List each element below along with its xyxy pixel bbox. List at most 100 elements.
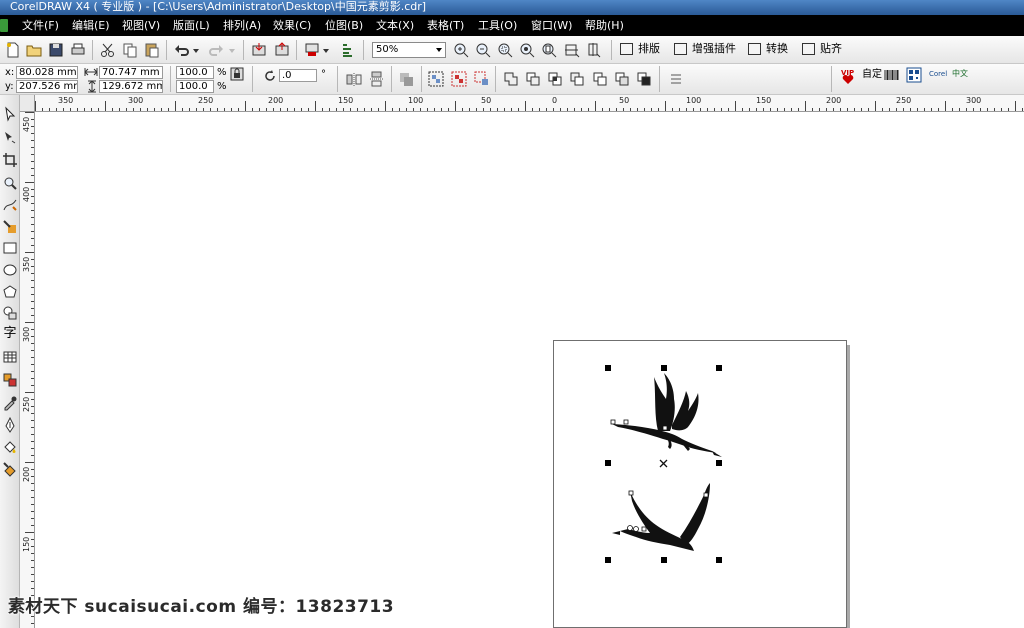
menu-bitmaps[interactable]: 位图(B) <box>325 18 363 33</box>
smart-fill-tool-icon[interactable] <box>2 219 18 235</box>
drawing-canvas[interactable] <box>36 113 1024 628</box>
enhance-plugin-button[interactable]: 增强插件 <box>674 41 736 57</box>
menu-edit[interactable]: 编辑(E) <box>72 18 110 33</box>
outline-width-icon[interactable] <box>667 70 685 88</box>
rectangle-tool-icon[interactable] <box>2 240 18 256</box>
y-position-field[interactable]: 207.526 mm <box>16 80 78 93</box>
convert-plugin-button[interactable]: 转换 <box>748 41 788 57</box>
qr-code-icon[interactable] <box>906 67 922 83</box>
selection-handle-top-left[interactable] <box>605 365 611 371</box>
freehand-tool-icon[interactable] <box>2 197 18 213</box>
horizontal-ruler[interactable]: 350 300 250 200 150 100 50 0 50 100 150 … <box>35 95 1024 112</box>
menu-window[interactable]: 窗口(W) <box>531 18 572 33</box>
crop-tool-icon[interactable] <box>2 152 18 168</box>
weld-icon[interactable] <box>502 70 520 88</box>
table-tool-icon[interactable] <box>2 349 18 365</box>
lock-ratio-icon[interactable] <box>230 67 244 81</box>
zoom-page-height-icon[interactable] <box>585 41 603 59</box>
basic-shapes-tool-icon[interactable] <box>2 305 18 321</box>
launcher-dropdown-icon[interactable] <box>322 41 330 59</box>
mirror-horizontal-icon[interactable] <box>345 70 363 88</box>
copy-icon[interactable] <box>121 41 139 59</box>
menu-help[interactable]: 帮助(H) <box>585 18 624 33</box>
menu-view[interactable]: 视图(V) <box>122 18 160 33</box>
zoom-level-select[interactable]: 50% <box>372 42 446 58</box>
selection-handle-bottom-center[interactable] <box>661 557 667 563</box>
snap-plugin-button[interactable]: 贴齐 <box>802 41 842 57</box>
outline-pen-tool-icon[interactable] <box>2 417 18 433</box>
barcode-icon[interactable] <box>884 68 900 82</box>
zoom-selected-icon[interactable] <box>496 41 514 59</box>
intersect-icon[interactable] <box>546 70 564 88</box>
application-launcher-icon[interactable] <box>303 41 321 59</box>
shape-tool-icon[interactable] <box>2 129 18 145</box>
layout-plugin-button[interactable]: 排版 <box>620 41 660 57</box>
ungroup-icon[interactable] <box>450 70 468 88</box>
new-document-icon[interactable] <box>4 41 22 59</box>
combine-icon[interactable] <box>397 70 415 88</box>
toolbar-separator <box>252 66 253 92</box>
cut-icon[interactable] <box>99 41 117 59</box>
fill-tool-icon[interactable] <box>2 439 18 455</box>
app-icon[interactable] <box>0 19 8 32</box>
menu-table[interactable]: 表格(T) <box>427 18 464 33</box>
selection-handle-middle-left[interactable] <box>605 460 611 466</box>
zoom-page-icon[interactable] <box>540 41 558 59</box>
selection-handle-bottom-right[interactable] <box>716 557 722 563</box>
back-minus-front-icon[interactable] <box>613 70 631 88</box>
corel-label[interactable]: Corel <box>929 68 947 80</box>
import-icon[interactable] <box>250 41 268 59</box>
center-x-marker-icon[interactable] <box>659 459 668 468</box>
zoom-page-width-icon[interactable] <box>563 41 581 59</box>
text-tool-icon[interactable]: 字 <box>2 326 18 342</box>
ellipse-tool-icon[interactable] <box>2 262 18 278</box>
redo-dropdown-icon[interactable] <box>228 41 236 59</box>
redo-icon[interactable] <box>207 41 225 59</box>
interactive-blend-tool-icon[interactable] <box>2 372 18 388</box>
zoom-all-objects-icon[interactable] <box>518 41 536 59</box>
ungroup-all-icon[interactable] <box>473 70 491 88</box>
scale-x-field[interactable]: 100.0 <box>176 66 214 79</box>
vertical-ruler[interactable]: 450 400 350 300 250 200 150 <box>20 112 35 628</box>
menu-effects[interactable]: 效果(C) <box>273 18 311 33</box>
selection-handle-bottom-left[interactable] <box>605 557 611 563</box>
menu-file[interactable]: 文件(F) <box>22 18 59 33</box>
open-folder-icon[interactable] <box>25 41 43 59</box>
width-field[interactable]: 70.747 mm <box>99 66 163 79</box>
rotation-field[interactable]: .0 <box>279 69 317 82</box>
create-boundary-icon[interactable] <box>635 70 653 88</box>
selection-handle-middle-right[interactable] <box>716 460 722 466</box>
zoom-in-icon[interactable] <box>452 41 470 59</box>
rotate-icon <box>265 70 275 81</box>
auto-label[interactable]: 自定 <box>862 69 882 81</box>
undo-dropdown-icon[interactable] <box>192 41 200 59</box>
eyedropper-tool-icon[interactable] <box>2 395 18 411</box>
menu-text[interactable]: 文本(X) <box>376 18 414 33</box>
interactive-fill-tool-icon[interactable] <box>2 461 18 477</box>
polygon-tool-icon[interactable] <box>2 284 18 300</box>
zoom-tool-icon[interactable] <box>2 175 18 191</box>
chinese-label[interactable]: 中文 <box>952 68 968 80</box>
menu-tools[interactable]: 工具(O) <box>478 18 517 33</box>
menu-arrange[interactable]: 排列(A) <box>223 18 261 33</box>
simplify-icon[interactable] <box>568 70 586 88</box>
paste-icon[interactable] <box>143 41 161 59</box>
undo-icon[interactable] <box>173 41 191 59</box>
mirror-vertical-icon[interactable] <box>368 70 386 88</box>
welcome-screen-icon[interactable] <box>339 41 357 59</box>
export-icon[interactable] <box>273 41 291 59</box>
ruler-corner[interactable] <box>20 95 35 112</box>
selection-handle-top-center[interactable] <box>661 365 667 371</box>
pick-tool-icon[interactable] <box>2 106 18 122</box>
scale-y-field[interactable]: 100.0 <box>176 80 214 93</box>
front-minus-back-icon[interactable] <box>591 70 609 88</box>
trim-icon[interactable] <box>524 70 542 88</box>
selection-handle-top-right[interactable] <box>716 365 722 371</box>
save-icon[interactable] <box>47 41 65 59</box>
height-field[interactable]: 129.672 mm <box>99 80 163 93</box>
menu-layout[interactable]: 版面(L) <box>173 18 210 33</box>
zoom-out-icon[interactable] <box>474 41 492 59</box>
x-position-field[interactable]: 80.028 mm <box>16 66 78 79</box>
print-icon[interactable] <box>69 41 87 59</box>
group-icon[interactable] <box>427 70 445 88</box>
